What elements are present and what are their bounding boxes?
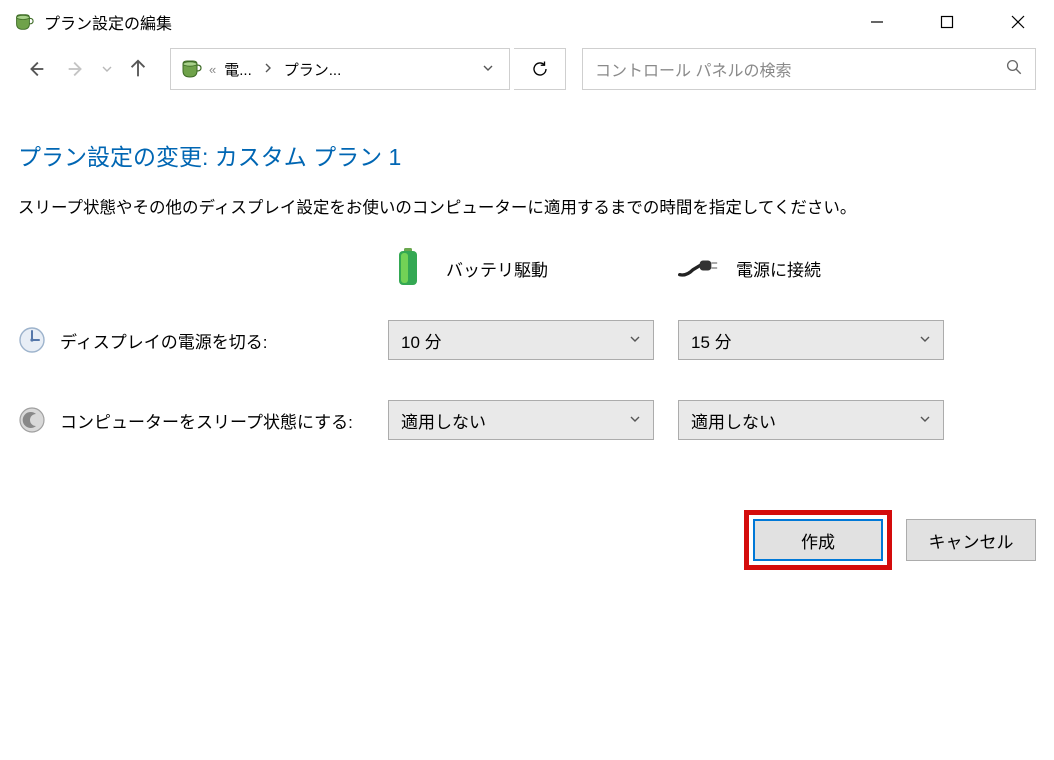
search-icon bbox=[1005, 58, 1023, 81]
sleep-battery-combo[interactable]: 適用しない bbox=[388, 400, 654, 440]
window-controls bbox=[842, 1, 1054, 43]
chevron-down-icon bbox=[919, 333, 931, 347]
sleep-icon bbox=[18, 406, 46, 434]
display-off-battery-value: 10 分 bbox=[401, 328, 629, 353]
create-button-label: 作成 bbox=[801, 528, 835, 553]
create-button-highlight: 作成 bbox=[744, 510, 892, 570]
breadcrumb-2[interactable]: プラン... bbox=[282, 59, 344, 80]
chevron-down-icon bbox=[629, 413, 641, 427]
row-sleep-label: コンピューターをスリープ状態にする: bbox=[60, 408, 353, 433]
forward-button[interactable] bbox=[58, 51, 94, 87]
sleep-plugged-combo[interactable]: 適用しない bbox=[678, 400, 944, 440]
battery-column-header: バッテリ駆動 bbox=[388, 248, 678, 288]
row-sleep: コンピューターをスリープ状態にする: 適用しない 適用しない bbox=[18, 400, 1036, 440]
create-button[interactable]: 作成 bbox=[753, 519, 883, 561]
minimize-button[interactable] bbox=[842, 1, 912, 43]
display-off-plugged-value: 15 分 bbox=[691, 328, 919, 353]
page-description: スリープ状態やその他のディスプレイ設定をお使いのコンピューターに適用するまでの時… bbox=[18, 194, 1036, 218]
address-bar[interactable]: « 電... プラン... bbox=[170, 48, 510, 90]
battery-icon bbox=[388, 248, 428, 288]
display-off-battery-combo[interactable]: 10 分 bbox=[388, 320, 654, 360]
cancel-button-label: キャンセル bbox=[929, 528, 1014, 553]
row-display-off: ディスプレイの電源を切る: 10 分 15 分 bbox=[18, 320, 1036, 360]
plug-icon bbox=[678, 248, 718, 288]
maximize-button[interactable] bbox=[912, 1, 982, 43]
plugged-column-label: 電源に接続 bbox=[736, 256, 821, 281]
columns-header: バッテリ駆動 電源に接続 bbox=[18, 248, 1036, 288]
breadcrumb-prefix: « bbox=[207, 62, 218, 77]
chevron-down-icon bbox=[629, 333, 641, 347]
up-button[interactable] bbox=[120, 51, 156, 87]
window-title: プラン設定の編集 bbox=[44, 10, 172, 34]
sleep-plugged-value: 適用しない bbox=[691, 408, 919, 433]
breadcrumb-1[interactable]: 電... bbox=[222, 59, 254, 80]
main-content: プラン設定の変更: カスタム プラン 1 スリープ状態やその他のディスプレイ設定… bbox=[0, 94, 1054, 440]
app-icon bbox=[12, 11, 34, 33]
footer-buttons: 作成 キャンセル bbox=[744, 510, 1036, 570]
battery-column-label: バッテリ駆動 bbox=[446, 256, 548, 281]
row-display-off-label: ディスプレイの電源を切る: bbox=[60, 328, 268, 353]
cancel-button[interactable]: キャンセル bbox=[906, 519, 1036, 561]
breadcrumb-sep-icon[interactable] bbox=[258, 63, 278, 76]
page-heading: プラン設定の変更: カスタム プラン 1 bbox=[18, 138, 1036, 172]
display-icon bbox=[18, 326, 46, 354]
plugged-column-header: 電源に接続 bbox=[678, 248, 968, 288]
title-bar: プラン設定の編集 bbox=[0, 0, 1054, 44]
sleep-battery-value: 適用しない bbox=[401, 408, 629, 433]
search-placeholder: コントロール パネルの検索 bbox=[595, 57, 1005, 81]
recent-dropdown[interactable] bbox=[98, 51, 116, 87]
back-button[interactable] bbox=[18, 51, 54, 87]
chevron-down-icon bbox=[919, 413, 931, 427]
navigation-bar: « 電... プラン... コントロール パネルの検索 bbox=[0, 44, 1054, 94]
search-box[interactable]: コントロール パネルの検索 bbox=[582, 48, 1036, 90]
address-icon bbox=[177, 56, 203, 82]
close-button[interactable] bbox=[982, 1, 1054, 43]
display-off-plugged-combo[interactable]: 15 分 bbox=[678, 320, 944, 360]
address-dropdown[interactable] bbox=[473, 62, 503, 76]
refresh-button[interactable] bbox=[514, 48, 566, 90]
